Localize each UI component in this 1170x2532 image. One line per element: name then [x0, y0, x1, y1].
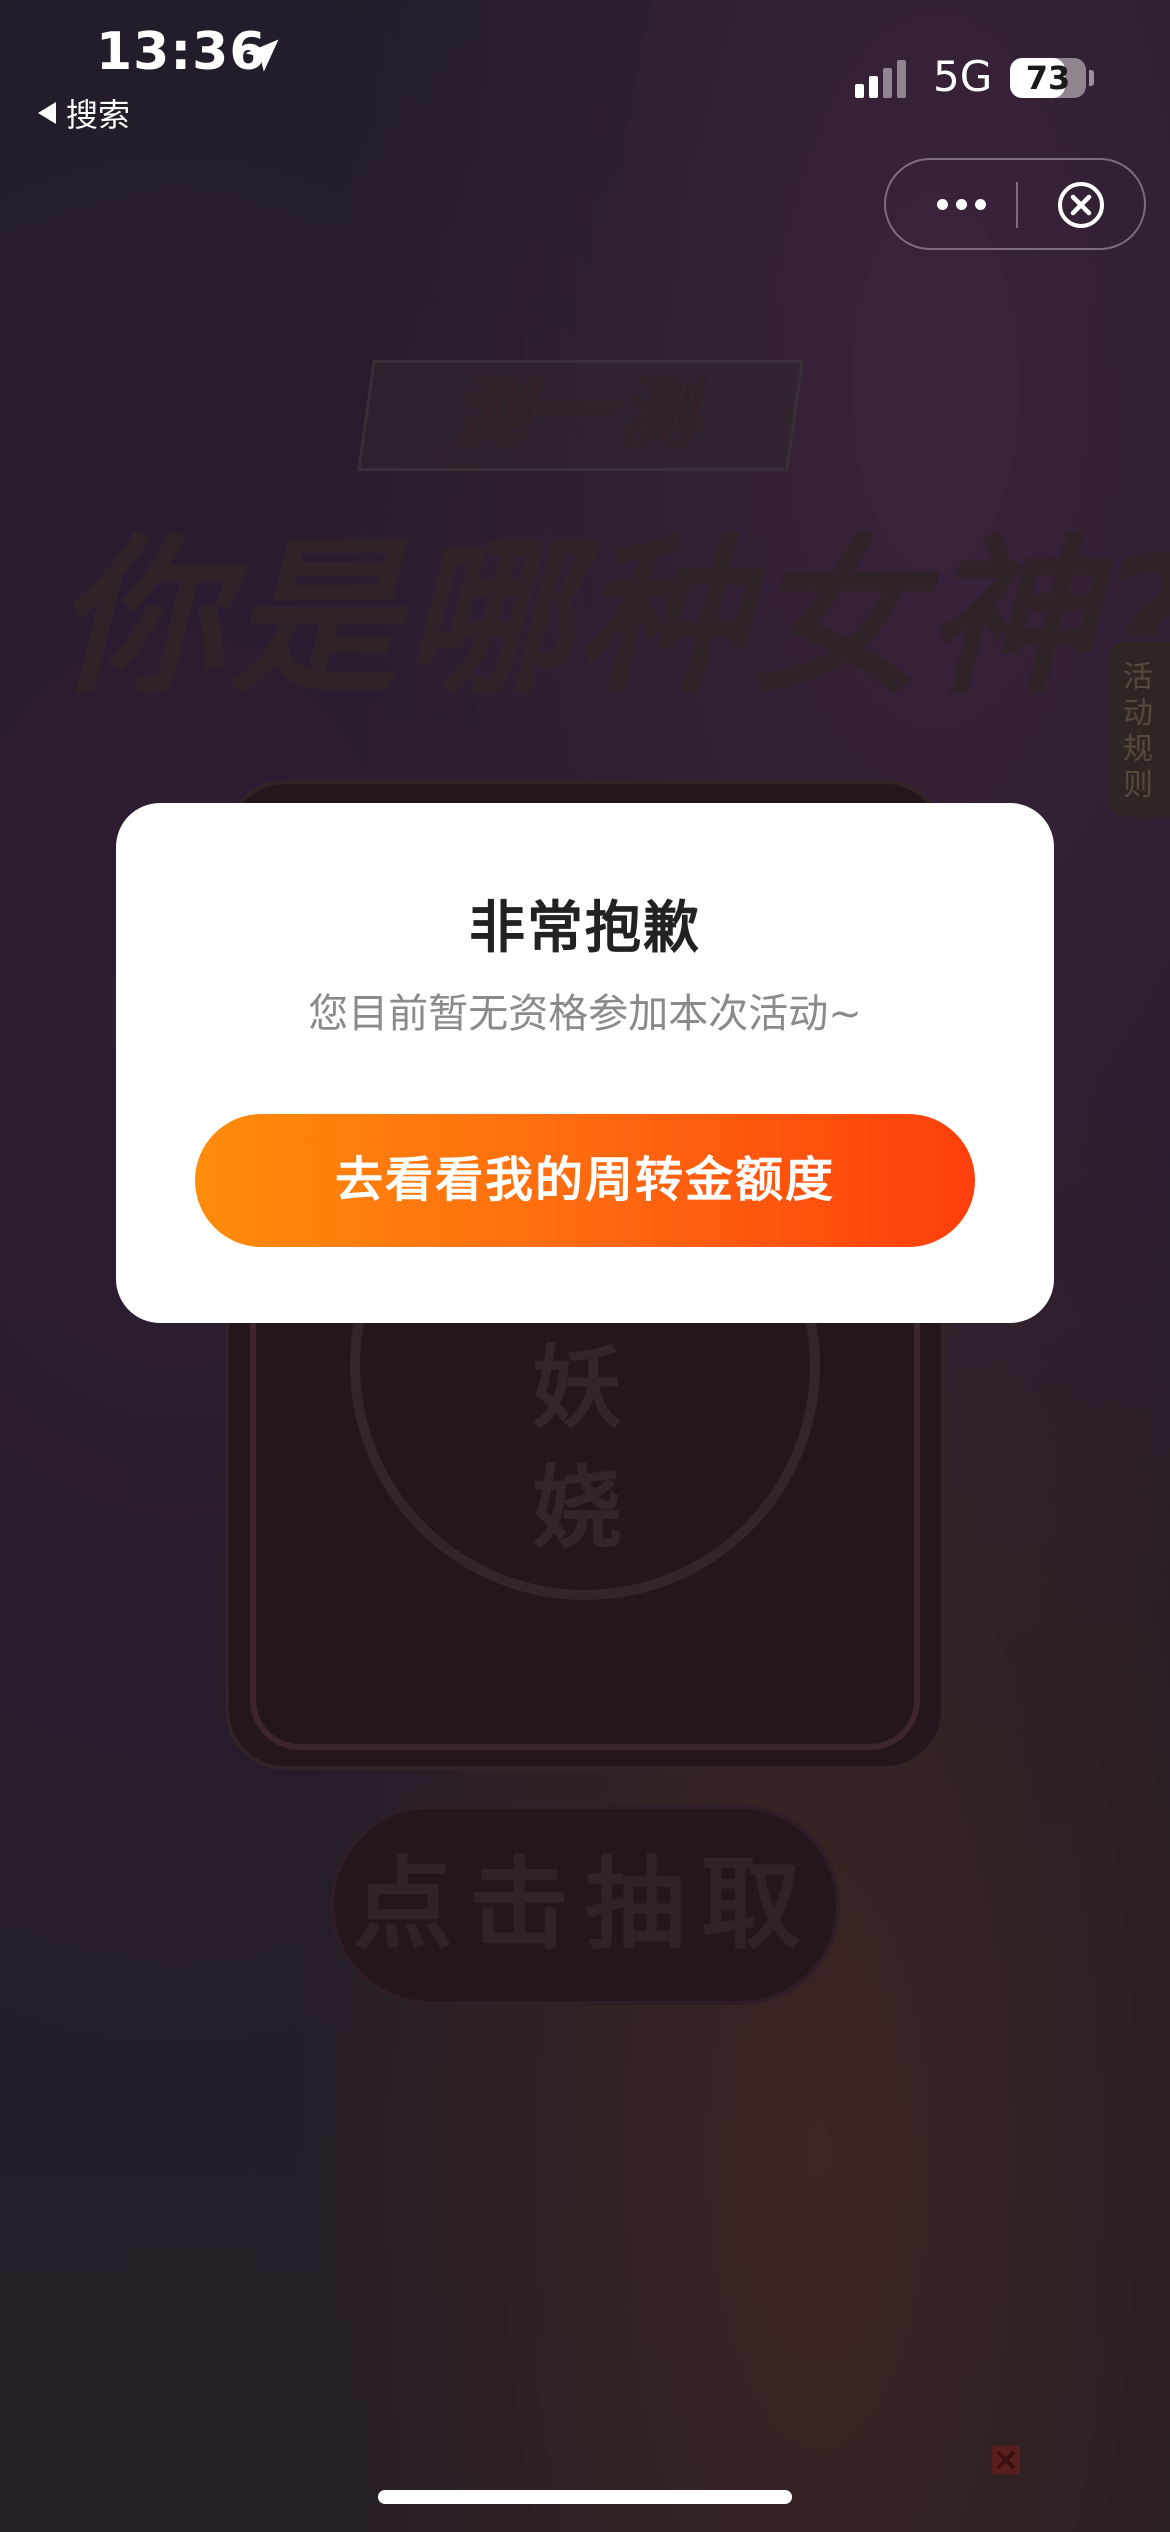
watermark-logo: [992, 2446, 1020, 2474]
battery-percent: 73: [1025, 59, 1071, 97]
capsule-divider: [1016, 182, 1018, 228]
status-bar: 13:36 搜索 5G 73: [0, 0, 1170, 140]
ineligible-dialog: 非常抱歉 您目前暂无资格参加本次活动~ 去看看我的周转金额度: [116, 803, 1054, 1323]
home-indicator[interactable]: [378, 2490, 792, 2504]
signal-icon: [855, 60, 906, 98]
more-dots-icon[interactable]: [926, 160, 996, 248]
location-arrow-icon: [245, 39, 279, 72]
battery-tip: [1089, 70, 1094, 86]
network-type: 5G: [933, 52, 993, 101]
battery-icon: 73: [1010, 58, 1086, 98]
mini-program-capsule: [884, 158, 1146, 250]
close-circle-icon[interactable]: [1056, 180, 1106, 230]
back-to-search[interactable]: 搜索: [38, 90, 130, 136]
dialog-message: 您目前暂无资格参加本次活动~: [308, 991, 862, 1037]
back-label[interactable]: 搜索: [66, 90, 130, 136]
view-credit-button[interactable]: 去看看我的周转金额度: [195, 1114, 975, 1247]
back-triangle-icon: [38, 102, 56, 124]
dialog-title: 非常抱歉: [469, 896, 701, 961]
